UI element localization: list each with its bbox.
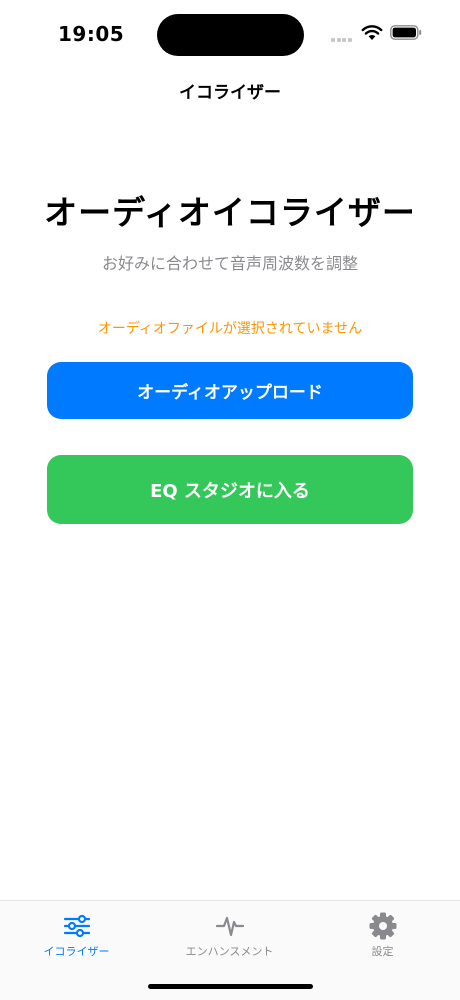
no-file-selected-message: オーディオファイルが選択されていません: [97, 321, 363, 337]
home-indicator: [148, 984, 313, 989]
page-subtitle: お好みに合わせて音声周波数を調整: [101, 254, 358, 273]
tab-settings-label: 設定: [371, 945, 394, 958]
tab-enhancement-label: エンハンスメント: [185, 945, 274, 958]
page-title: オーディオイコライザー: [44, 193, 416, 232]
navigation-title: イコライザー: [179, 83, 281, 103]
tab-enhancement[interactable]: エンハンスメント: [153, 901, 306, 971]
sliders-icon: [63, 914, 90, 938]
enter-eq-studio-button[interactable]: EQ スタジオに入る: [47, 455, 413, 524]
tab-settings[interactable]: 設定: [306, 901, 459, 971]
status-bar: 19:05: [0, 0, 460, 60]
gear-icon: [369, 912, 396, 940]
battery-icon: [390, 25, 422, 40]
status-time: 19:05: [58, 22, 125, 46]
cellular-signal-icon: [331, 38, 353, 42]
upload-audio-button[interactable]: オーディオアップロード: [47, 362, 413, 419]
wifi-icon: [361, 25, 383, 40]
dynamic-island: [157, 14, 304, 56]
tab-equalizer[interactable]: イコライザー: [0, 901, 153, 971]
waveform-icon: [215, 916, 244, 937]
tab-equalizer-label: イコライザー: [43, 945, 110, 958]
